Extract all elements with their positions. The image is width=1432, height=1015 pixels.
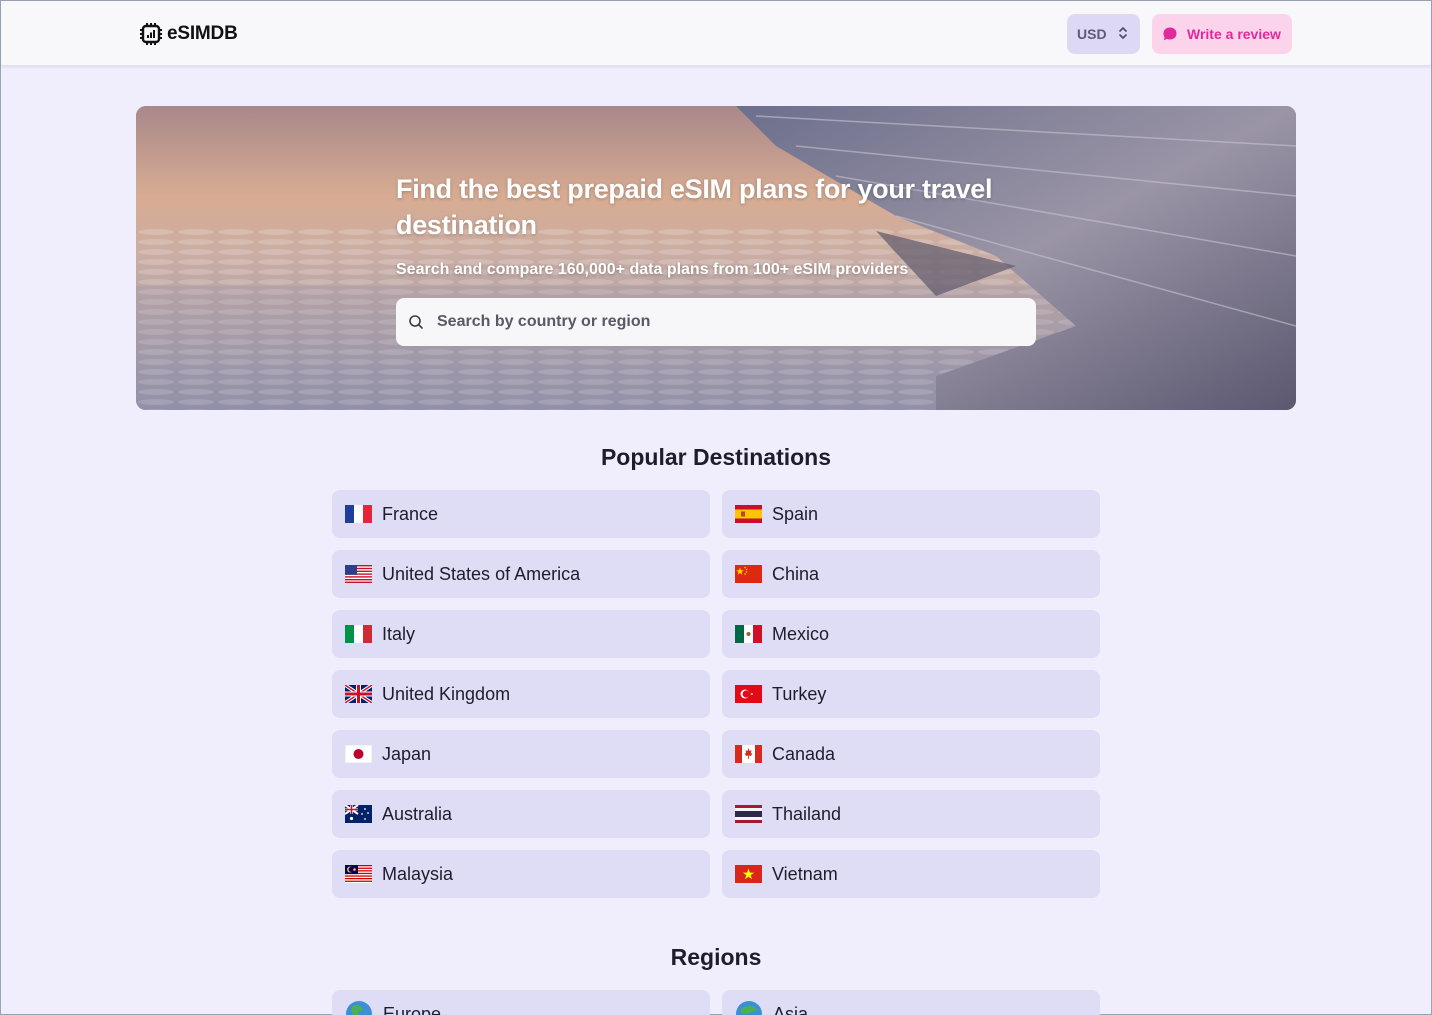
popular-destinations-title: Popular Destinations	[600, 444, 832, 470]
globe-europe-icon	[346, 1001, 372, 1015]
flag-es-icon	[735, 505, 762, 523]
search-box[interactable]	[396, 298, 1036, 346]
flag-cn-icon	[735, 565, 762, 583]
destination-label: United Kingdom	[382, 683, 511, 704]
flag-fr-icon	[345, 505, 372, 523]
flag-mx-icon	[735, 625, 762, 643]
popular-destinations-grid: France Spain United States of America Ch…	[332, 490, 1100, 898]
destination-label: Vietnam	[772, 863, 838, 884]
flag-ca-icon	[735, 745, 762, 763]
destination-label: Japan	[382, 743, 432, 764]
regions-grid: Europe Asia	[332, 990, 1100, 1015]
destination-label: France	[382, 503, 439, 524]
region-asia[interactable]: Asia	[722, 990, 1100, 1015]
region-europe[interactable]: Europe	[332, 990, 710, 1015]
flag-au-icon	[345, 805, 372, 823]
globe-asia-icon	[736, 1001, 762, 1015]
chat-bubble-icon	[1163, 27, 1177, 41]
destination-turkey[interactable]: Turkey	[722, 670, 1100, 718]
chevron-updown-icon	[1119, 26, 1127, 40]
region-label: Asia	[773, 1003, 809, 1015]
flag-gb-icon	[345, 685, 372, 703]
write-review-label: Write a review	[1187, 26, 1281, 42]
destination-australia[interactable]: Australia	[332, 790, 710, 838]
destination-usa[interactable]: United States of America	[332, 550, 710, 598]
currency-select[interactable]: USD	[1067, 14, 1140, 54]
flag-my-icon	[345, 865, 372, 883]
destination-label: Canada	[772, 743, 836, 764]
destination-label: Turkey	[772, 683, 827, 704]
flag-jp-icon	[345, 745, 372, 763]
destination-label: Australia	[382, 803, 453, 824]
search-input[interactable]	[437, 313, 1017, 331]
hero-banner: Find the best prepaid eSIM plans for you…	[136, 106, 1296, 410]
destination-japan[interactable]: Japan	[332, 730, 710, 778]
destination-label: Malaysia	[382, 863, 454, 884]
hero-title: Find the best prepaid eSIM plans for you…	[396, 174, 993, 240]
destination-label: Thailand	[772, 803, 842, 824]
chip-icon	[140, 23, 162, 45]
destination-label: China	[772, 563, 820, 584]
brand-logo[interactable]: eSIMDB	[139, 21, 238, 47]
destination-china[interactable]: China	[722, 550, 1100, 598]
destination-mexico[interactable]: Mexico	[722, 610, 1100, 658]
destination-malaysia[interactable]: Malaysia	[332, 850, 710, 898]
hero-subtitle: Search and compare 160,000+ data plans f…	[396, 261, 909, 278]
destination-thailand[interactable]: Thailand	[722, 790, 1100, 838]
destination-spain[interactable]: Spain	[722, 490, 1100, 538]
hero-background-image	[136, 106, 1296, 410]
brand-name: eSIMDB	[167, 23, 238, 44]
flag-it-icon	[345, 625, 372, 643]
flag-vn-icon	[735, 865, 762, 883]
destination-vietnam[interactable]: Vietnam	[722, 850, 1100, 898]
destination-label: Spain	[772, 503, 819, 524]
destination-label: Mexico	[772, 623, 830, 644]
currency-value: USD	[1077, 26, 1107, 42]
destination-france[interactable]: France	[332, 490, 710, 538]
destination-canada[interactable]: Canada	[722, 730, 1100, 778]
regions-title: Regions	[670, 944, 762, 970]
top-navbar: eSIMDB USD Write a review	[1, 1, 1431, 66]
destination-label: Italy	[382, 623, 416, 644]
destination-united-kingdom[interactable]: United Kingdom	[332, 670, 710, 718]
write-review-button[interactable]: Write a review	[1152, 14, 1292, 54]
destination-italy[interactable]: Italy	[332, 610, 710, 658]
flag-tr-icon	[735, 685, 762, 703]
destination-label: United States of America	[382, 563, 581, 584]
region-label: Europe	[383, 1003, 442, 1015]
search-icon	[409, 315, 423, 329]
flag-us-icon	[345, 565, 372, 583]
flag-th-icon	[735, 805, 762, 823]
